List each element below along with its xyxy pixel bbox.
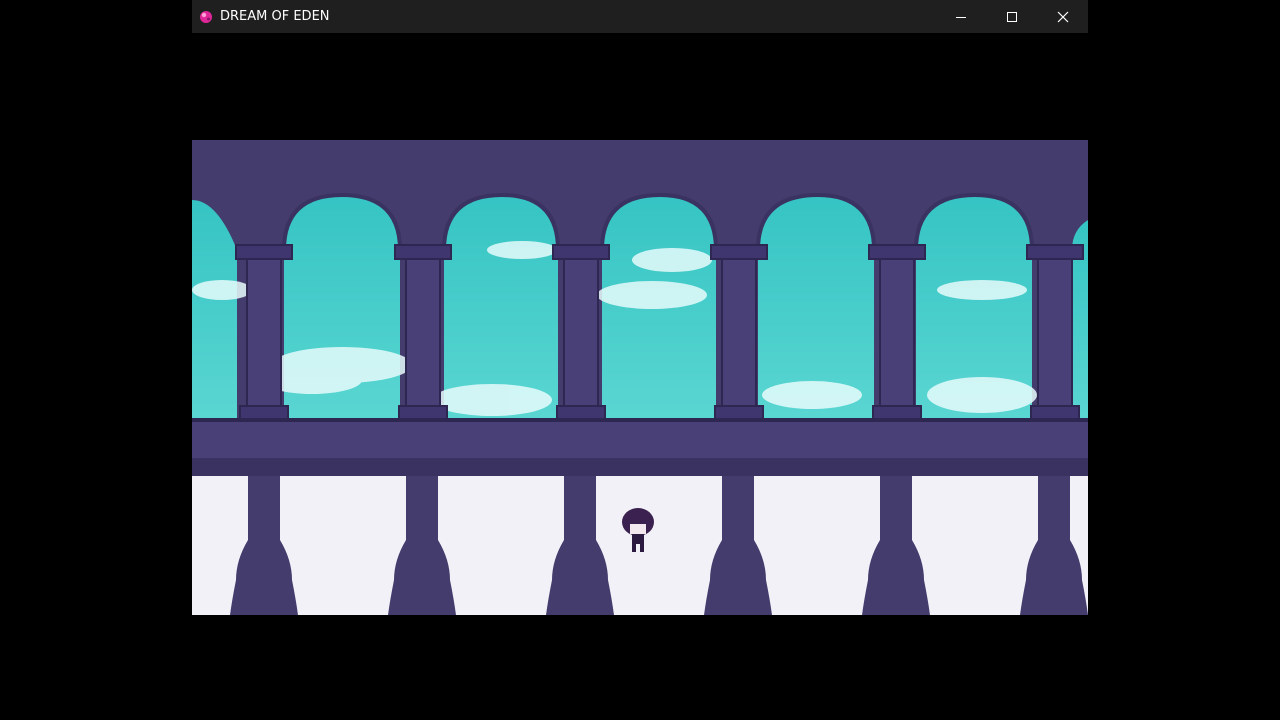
maximize-icon <box>1006 11 1017 22</box>
close-button[interactable] <box>1037 0 1088 33</box>
game-window: DREAM OF EDEN <box>192 0 1088 720</box>
close-icon <box>1057 11 1068 22</box>
minimize-button[interactable] <box>935 0 986 33</box>
title-bar[interactable]: DREAM OF EDEN <box>192 0 1088 33</box>
balcony-ledge <box>192 418 1088 458</box>
minimize-icon <box>955 16 966 18</box>
window-controls <box>935 0 1088 33</box>
maximize-button[interactable] <box>986 0 1037 33</box>
window-title: DREAM OF EDEN <box>220 9 330 24</box>
colonnade-scene <box>192 140 1088 615</box>
game-viewport[interactable] <box>192 140 1088 615</box>
pink-gem-icon <box>200 10 212 23</box>
